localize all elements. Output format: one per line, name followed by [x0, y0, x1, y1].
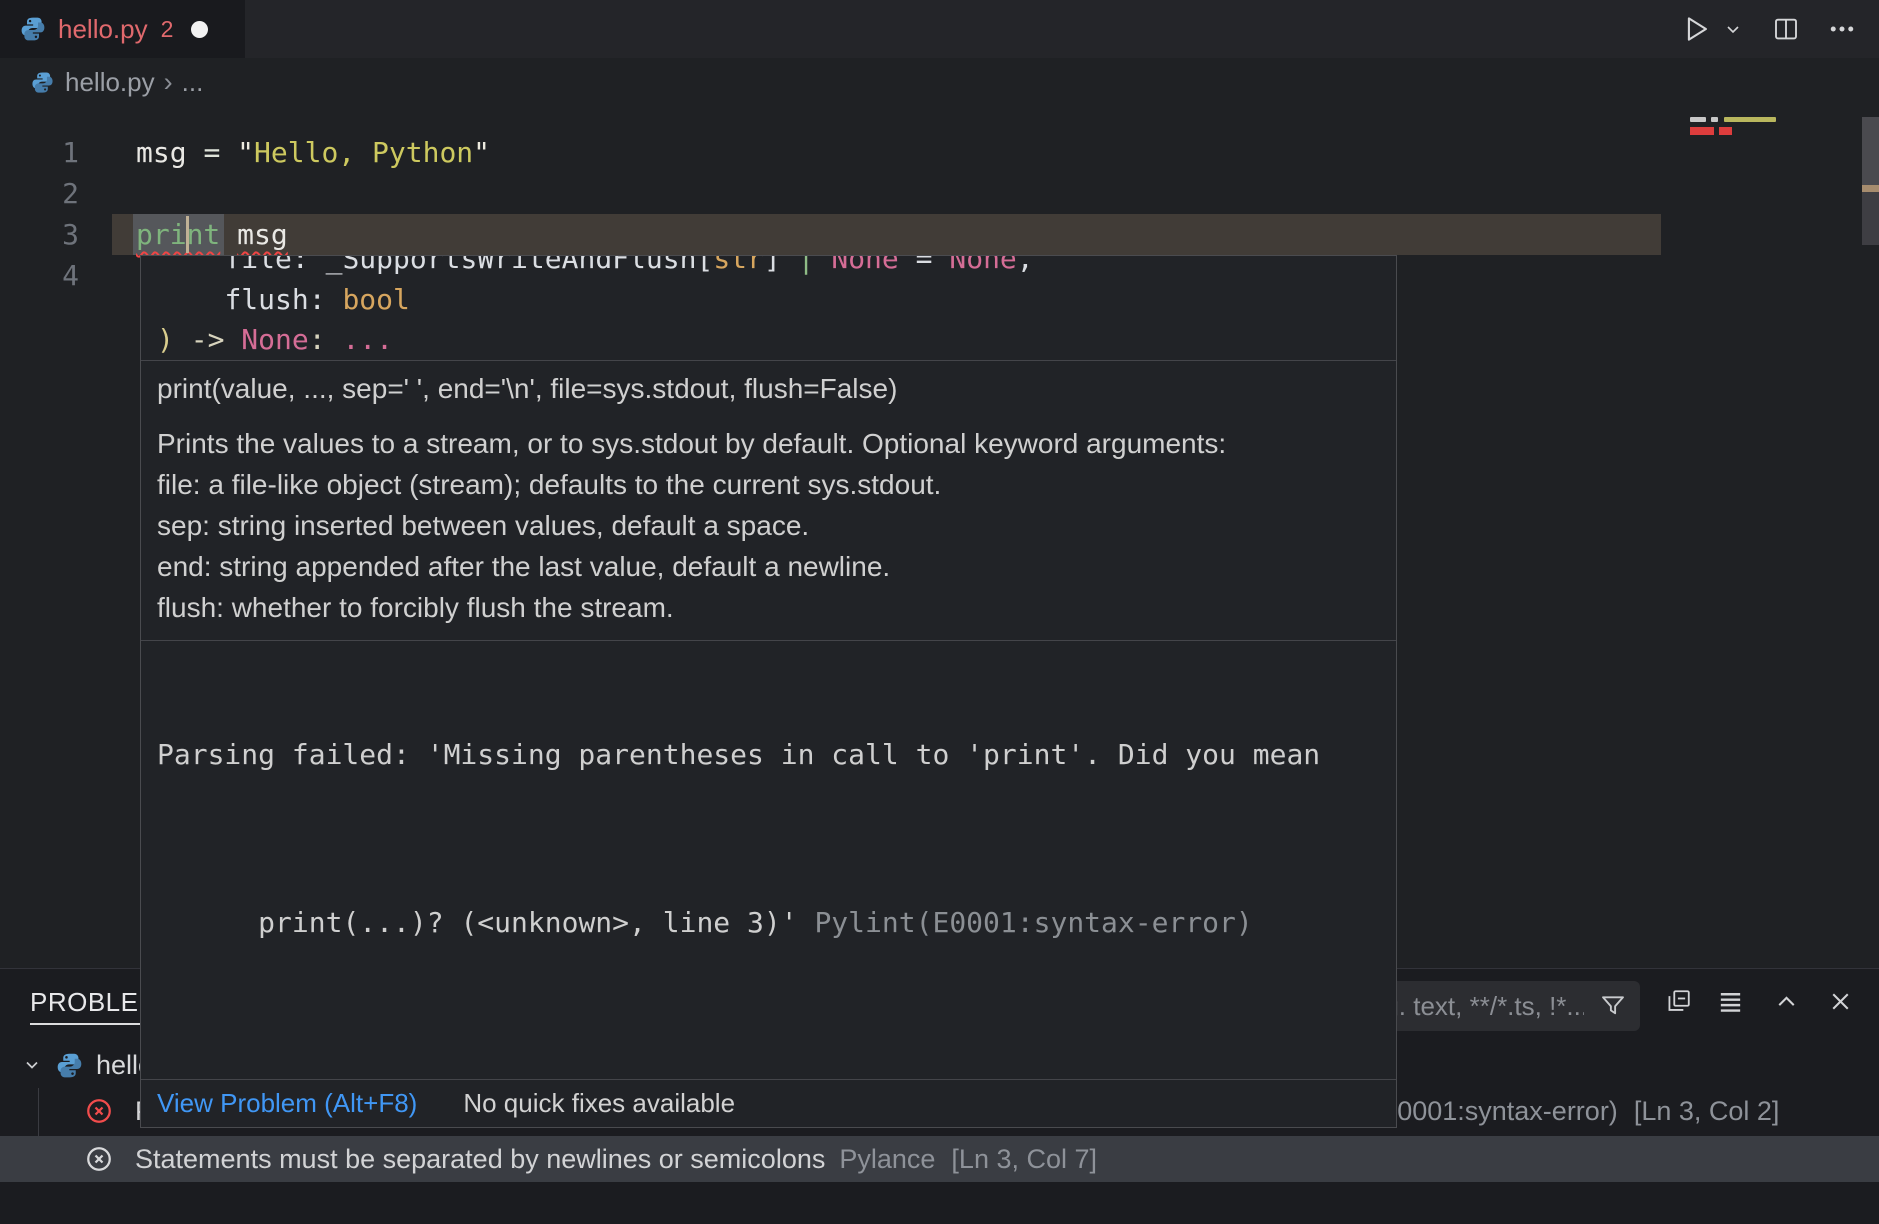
- vscode-window: { "colors": { "accent_link": "#4097f5", …: [0, 0, 1879, 1224]
- close-panel-icon[interactable]: [1826, 987, 1855, 1021]
- minimap-line-1: [1690, 117, 1776, 122]
- problem-location: [Ln 3, Col 2]: [1634, 1096, 1780, 1127]
- error-icon: [84, 1144, 114, 1174]
- minimap-error-marks: [1690, 127, 1732, 135]
- diagnostic-line-1: Parsing failed: 'Missing parentheses in …: [157, 738, 1320, 771]
- hover-docs: print(value, ..., sep=' ', end='\n', fil…: [141, 360, 1396, 640]
- line-number: 4: [0, 255, 79, 296]
- scrollbar-slider[interactable]: [1862, 117, 1879, 185]
- hover-tooltip: file: _SupportsWriteAndFlush[str] | None…: [140, 255, 1397, 1128]
- python-file-icon: [56, 1052, 83, 1079]
- problem-message: Statements must be separated by newlines…: [135, 1144, 825, 1175]
- doc-line: end: string appended after the last valu…: [157, 546, 1380, 587]
- doc-line: Prints the values to a stream, or to sys…: [157, 423, 1380, 464]
- maximize-panel-icon[interactable]: [1772, 987, 1801, 1021]
- line-number: 1: [0, 132, 79, 173]
- error-icon: [84, 1096, 114, 1126]
- code-line-3: print msg: [136, 214, 288, 255]
- current-line-highlight: [112, 214, 1661, 255]
- scrollbar-slider-lower: [1862, 192, 1879, 245]
- overview-ruler-mark: [1862, 185, 1879, 192]
- hover-code-row-clipped: file: _SupportsWriteAndFlush[str] | None…: [157, 256, 1396, 280]
- collapse-all-icon[interactable]: [1664, 987, 1693, 1021]
- diagnostic-source: Pylint(E0001:syntax-error): [814, 906, 1252, 939]
- line-number: 3: [0, 214, 79, 255]
- code-line-1: msg = "Hello, Python": [136, 132, 490, 173]
- doc-line: flush: whether to forcibly flush the str…: [157, 587, 1380, 628]
- hover-code-row-return: ) -> None: ...: [157, 320, 1396, 360]
- text-cursor: [186, 216, 189, 253]
- problem-location: [Ln 3, Col 7]: [951, 1144, 1097, 1175]
- problem-row-2-selected[interactable]: Statements must be separated by newlines…: [0, 1136, 1879, 1182]
- hover-diagnostic: Parsing failed: 'Missing parentheses in …: [141, 640, 1396, 1079]
- hover-code-row-flush: flush: bool: [157, 280, 1396, 321]
- doc-line: sep: string inserted between values, def…: [157, 505, 1380, 546]
- view-as-table-icon[interactable]: [1716, 987, 1745, 1021]
- editor-scrollbar[interactable]: [1862, 117, 1879, 245]
- line-number: 2: [0, 173, 79, 214]
- hover-status-bar: View Problem (Alt+F8) No quick fixes ava…: [141, 1079, 1396, 1127]
- hover-signature-code: file: _SupportsWriteAndFlush[str] | None…: [141, 256, 1396, 360]
- no-quick-fixes-label: No quick fixes available: [463, 1088, 735, 1119]
- diagnostic-line-2: print(...)? (<unknown>, line 3)': [258, 906, 814, 939]
- view-problem-link[interactable]: View Problem (Alt+F8): [157, 1088, 417, 1119]
- minimap[interactable]: [1662, 100, 1862, 260]
- print-signature-text: print(value, ..., sep=' ', end='\n', fil…: [157, 372, 1380, 406]
- doc-line: file: a file-like object (stream); defau…: [157, 464, 1380, 505]
- filter-funnel-icon: [1598, 991, 1628, 1026]
- chevron-down-icon[interactable]: [20, 1053, 44, 1077]
- problem-source: Pylance: [839, 1144, 935, 1175]
